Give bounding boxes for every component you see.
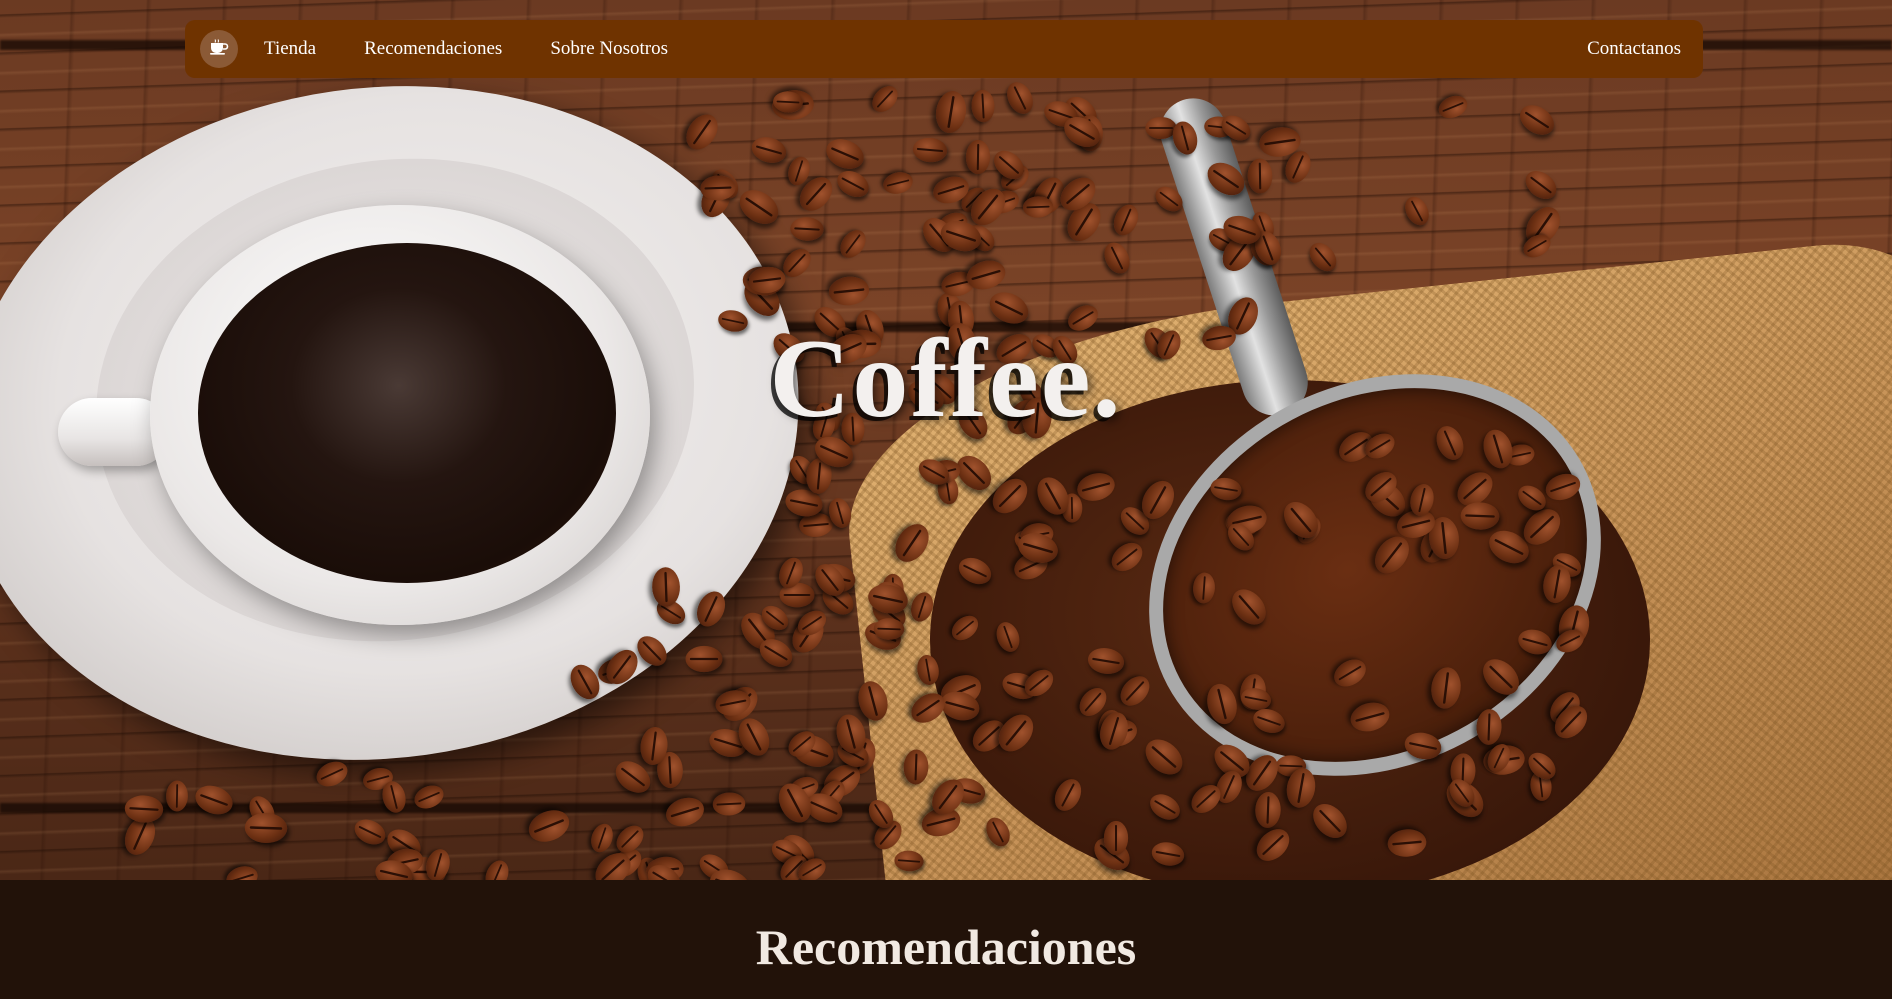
coffee-bean	[123, 794, 164, 824]
coffee-cup-icon	[209, 38, 229, 60]
coffee-bean	[662, 793, 708, 832]
coffee-bean	[1109, 200, 1144, 240]
coffee-bean	[733, 183, 786, 232]
coffee-bean	[244, 812, 289, 844]
coffee-bean	[1303, 237, 1342, 277]
coffee-bean	[965, 139, 991, 175]
coffee-bean	[679, 108, 724, 156]
coffee-bean	[1400, 192, 1434, 230]
coffee-bean	[822, 133, 869, 174]
hero-title: Coffee.	[769, 317, 1123, 441]
coffee-bean	[880, 169, 916, 197]
nav-link-contactanos[interactable]: Contactanos	[1587, 38, 1681, 60]
coffee-bean	[789, 216, 825, 242]
navbar: Tienda Recomendaciones Sobre Nosotros Co…	[185, 20, 1703, 78]
coffee-bean	[587, 820, 617, 856]
coffee-bean	[873, 617, 905, 641]
section-title: Recomendaciones	[755, 919, 1137, 975]
coffee-bean	[685, 645, 723, 672]
hero-banner: Coffee.	[0, 0, 1892, 880]
coffee-bean	[832, 165, 873, 202]
coffee-bean	[1519, 165, 1562, 206]
coffee-bean	[1099, 238, 1135, 278]
coffee-bean	[1514, 99, 1560, 142]
nav-link-recomendaciones[interactable]: Recomendaciones	[364, 38, 502, 60]
coffee-bean	[933, 88, 970, 135]
coffee-bean	[748, 133, 789, 167]
coffee-bean	[223, 862, 262, 880]
nav-link-sobre-nosotros[interactable]: Sobre Nosotros	[550, 38, 668, 60]
coffee-bean	[1001, 78, 1038, 119]
coffee-bean	[312, 756, 352, 792]
logo[interactable]	[200, 30, 238, 68]
coffee-bean	[867, 81, 904, 118]
coffee-bean	[1247, 158, 1273, 195]
coffee-bean	[834, 225, 871, 263]
coffee-bean	[350, 814, 390, 849]
coffee-bean	[422, 846, 453, 880]
coffee-bean	[1022, 195, 1054, 218]
coffee-bean	[191, 781, 237, 820]
coffee-bean	[1435, 91, 1471, 123]
coffee-bean	[827, 275, 871, 308]
coffee-bean	[911, 136, 949, 164]
coffee-bean	[481, 857, 514, 880]
nav-link-tienda[interactable]: Tienda	[264, 38, 316, 60]
coffee-bean	[971, 88, 996, 123]
